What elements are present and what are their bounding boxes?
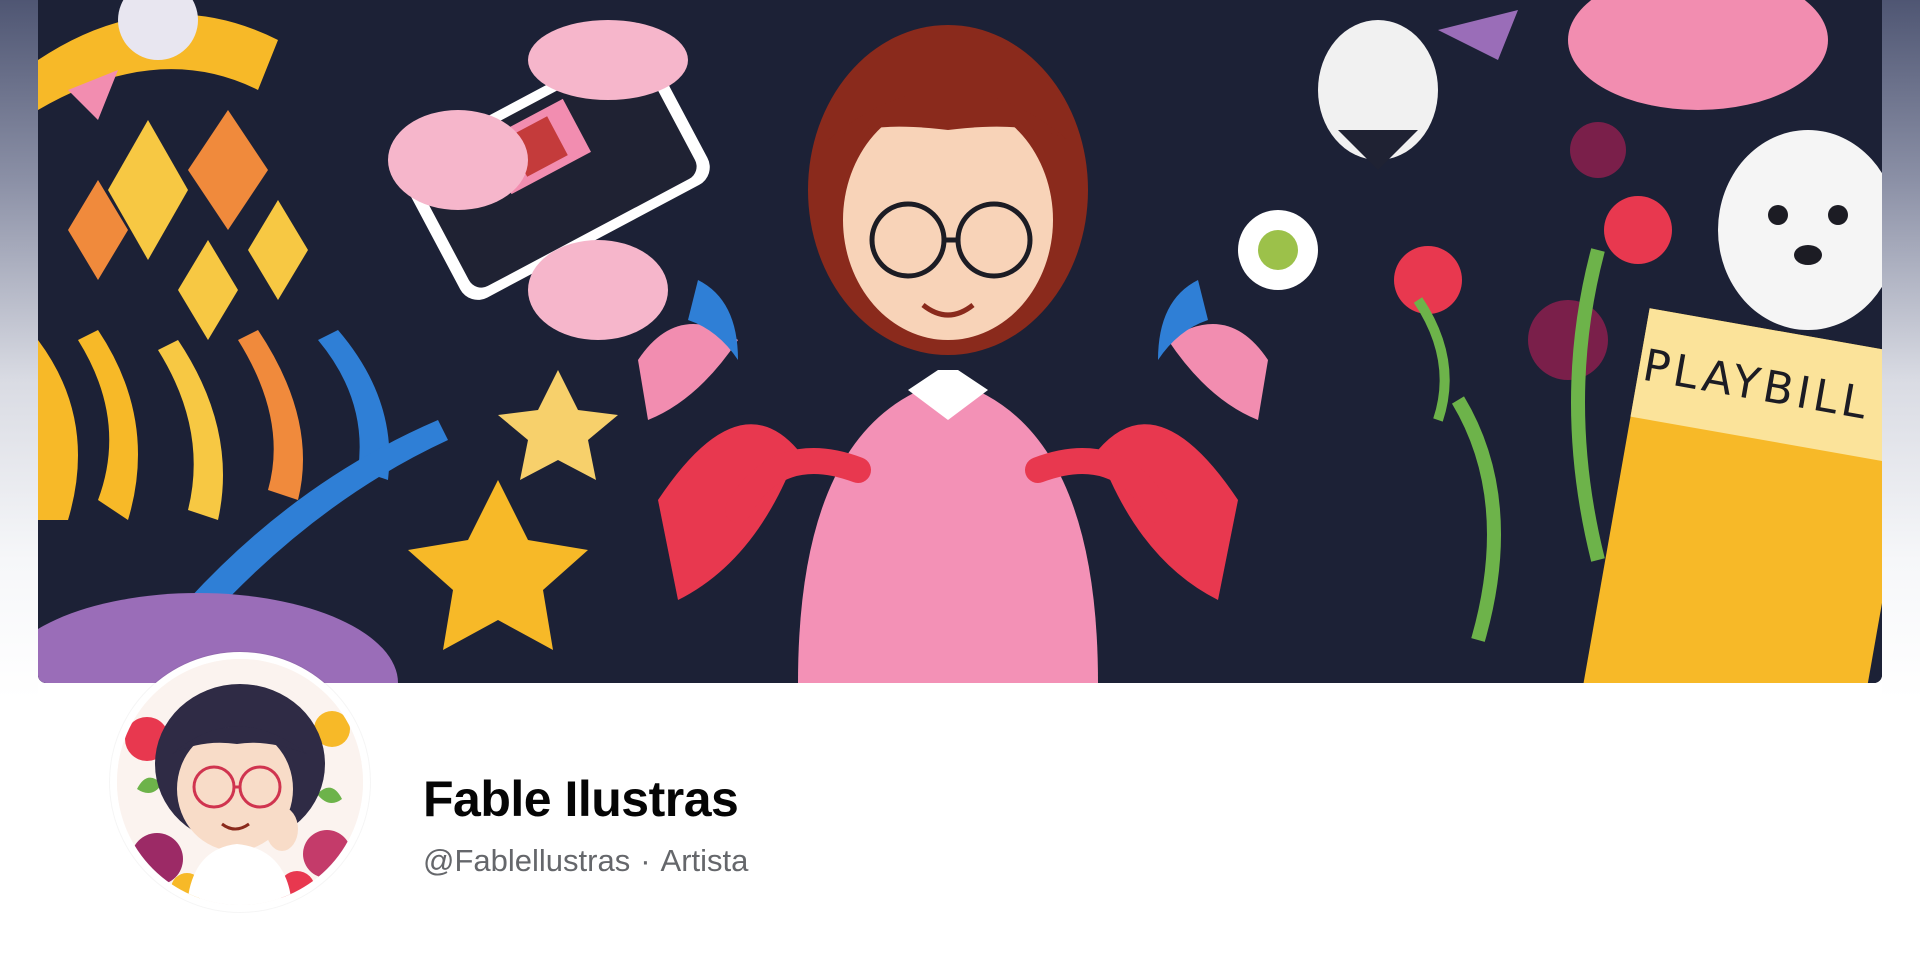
avatar-illustration [117, 659, 363, 905]
profile-page: PLAYBILL Fable Ilustras @Fablellustras ·… [0, 0, 1920, 956]
profile-category[interactable]: Artista [661, 843, 749, 878]
cover-illustration [38, 0, 1882, 683]
profile-handle: @Fablellustras [423, 843, 631, 878]
cover-photo[interactable]: PLAYBILL [38, 0, 1882, 683]
profile-meta: @Fablellustras · Artista [423, 843, 748, 879]
meta-separator: · [640, 843, 651, 878]
avatar[interactable] [117, 659, 363, 905]
profile-name: Fable Ilustras [423, 771, 739, 827]
